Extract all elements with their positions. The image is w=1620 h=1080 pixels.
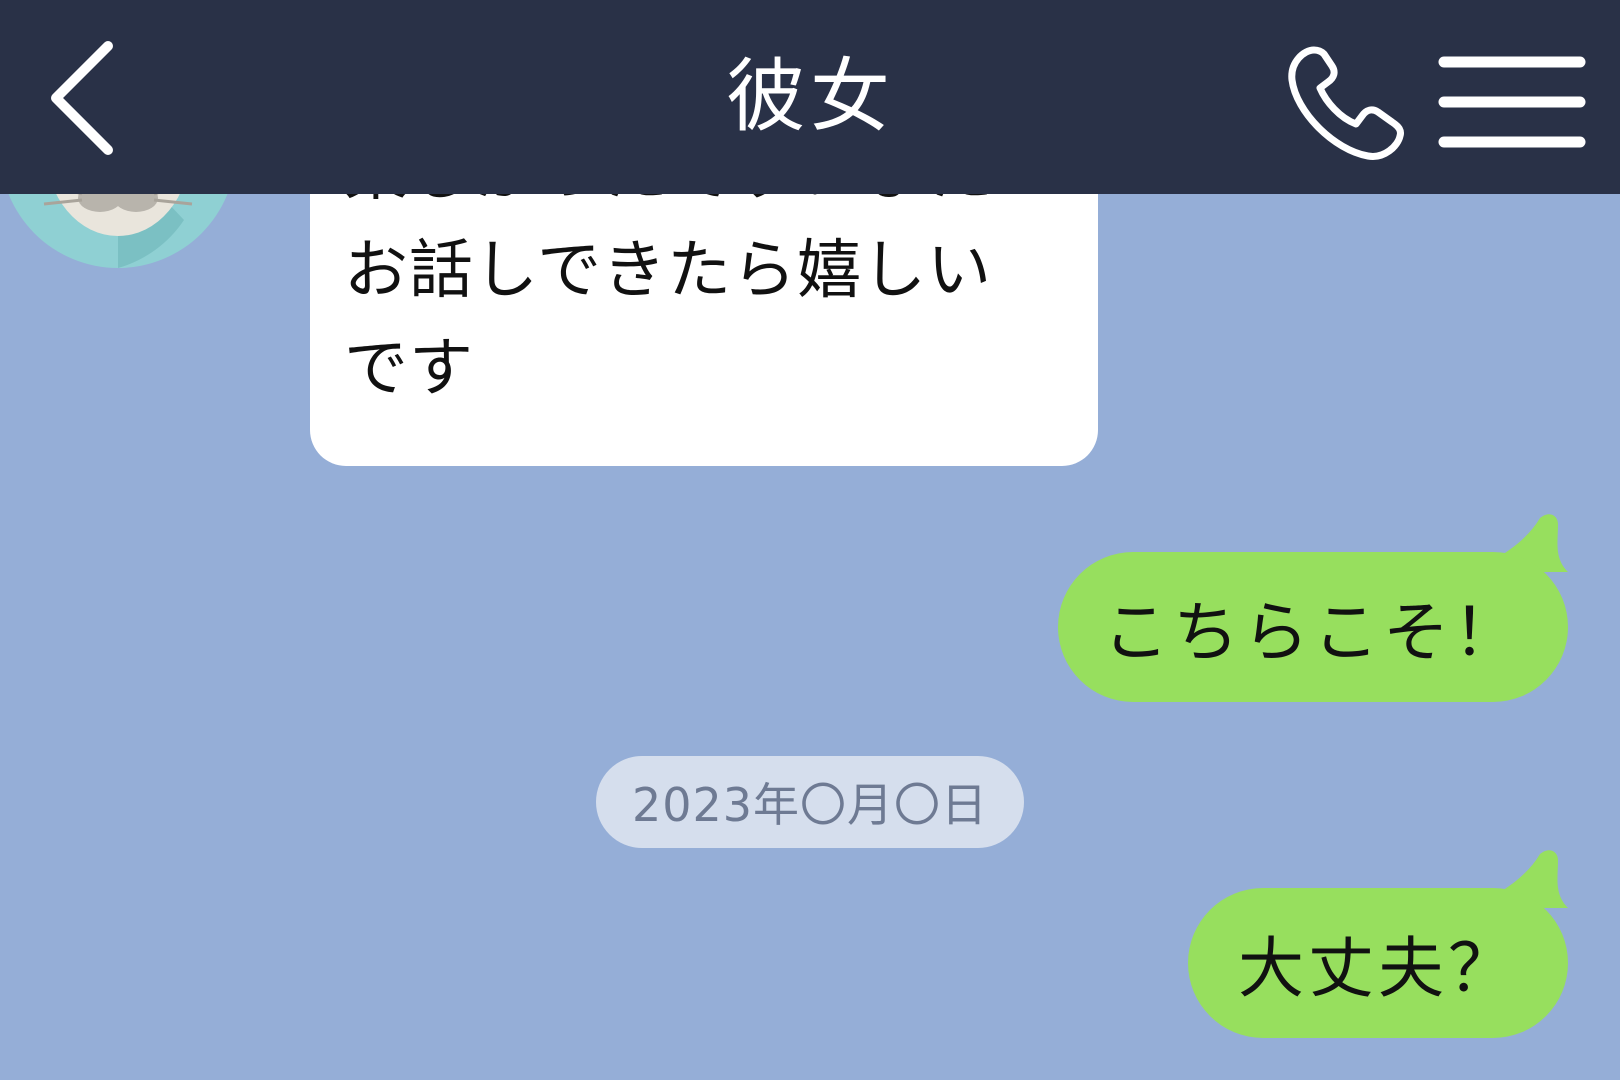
received-message-bubble[interactable]: 楽しかったです！また お話しできたら嬉しい です [310,150,1098,466]
sent-message-2[interactable]: 大丈夫？ [1188,848,1570,1040]
phone-icon [1288,46,1404,160]
sent-message-1-text: こちらこそ！ [1058,552,1568,702]
back-button[interactable] [40,38,130,158]
chevron-left-icon [51,41,113,155]
call-button[interactable] [1284,40,1414,166]
sent-message-1[interactable]: こちらこそ！ [1058,512,1570,706]
date-separator: 2023年〇月〇日 [596,756,1024,848]
menu-button[interactable] [1438,50,1586,154]
chat-header: 彼女 [0,0,1620,194]
sent-message-2-text: 大丈夫？ [1188,888,1568,1038]
hamburger-menu-icon [1438,56,1586,148]
